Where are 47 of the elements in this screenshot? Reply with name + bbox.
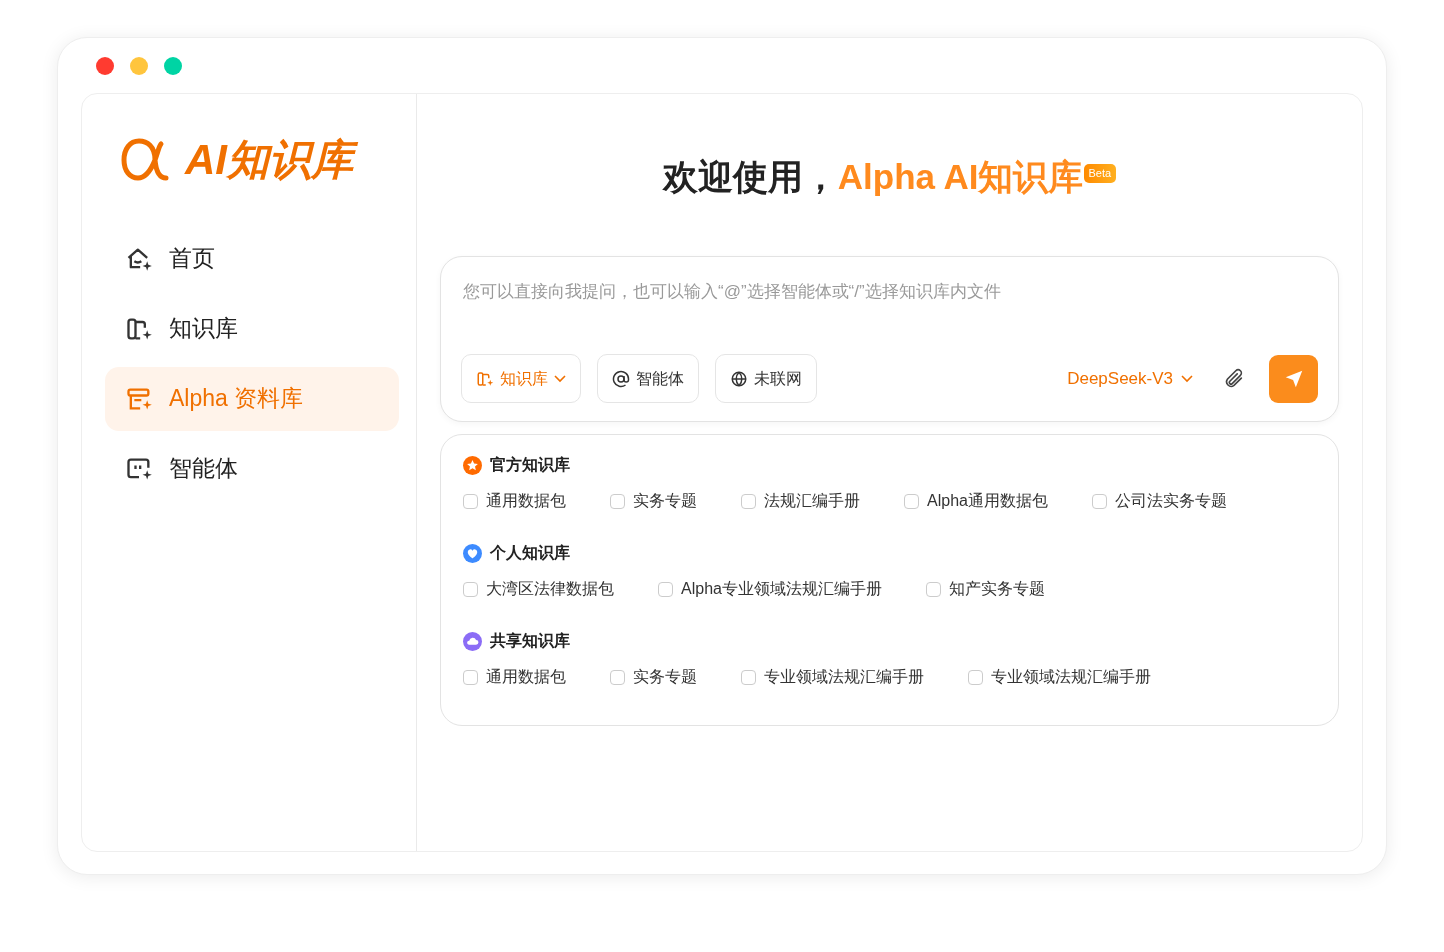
beta-badge: Beta [1083, 164, 1117, 183]
checkbox[interactable] [463, 581, 478, 597]
checkbox-label: 大湾区法律数据包 [486, 579, 614, 599]
checkbox-label: 法规汇编手册 [764, 491, 860, 511]
checkbox-label: 专业领域法规汇编手册 [764, 667, 924, 687]
checkbox-label: 实务专题 [633, 491, 697, 511]
paperclip-icon[interactable] [1223, 367, 1245, 390]
section-title: 个人知识库 [490, 543, 570, 563]
checkbox-label: 公司法实务专题 [1114, 491, 1227, 511]
checkbox[interactable] [658, 581, 673, 597]
window-button[interactable] [130, 56, 148, 75]
checkbox[interactable] [1091, 493, 1107, 509]
logo-icon [121, 138, 169, 183]
tool-button[interactable]: 智能体 [597, 354, 699, 403]
welcome-title: 欢迎使用，Alpha AI知识库 [662, 156, 1084, 198]
logo-text: AI知识库 [183, 134, 361, 187]
checkbox[interactable] [741, 669, 756, 685]
checkbox[interactable] [904, 493, 919, 509]
checkbox[interactable] [463, 669, 478, 685]
section-title: 共享知识库 [490, 631, 570, 651]
checkbox[interactable] [741, 493, 756, 509]
checkbox[interactable] [610, 669, 625, 685]
send-button[interactable] [1269, 354, 1318, 403]
checkbox[interactable] [968, 669, 983, 685]
sidebar-item[interactable]: 首页 [105, 226, 399, 291]
checkbox-label: 通用数据包 [486, 667, 566, 687]
chevron-icon [554, 374, 566, 383]
sidebar-item[interactable]: 智能体 [105, 436, 399, 501]
checkbox-label: 专业领域法规汇编手册 [991, 667, 1151, 687]
checkbox[interactable] [610, 493, 625, 509]
window-button[interactable] [164, 56, 182, 75]
at-sign-icon [612, 369, 630, 388]
checkbox-label: 通用数据包 [486, 491, 566, 511]
globe-icon [730, 369, 748, 388]
section-title: 官方知识库 [490, 455, 570, 475]
tool-button[interactable]: 未联网 [715, 354, 817, 403]
checkbox-label: Alpha专业领域法规汇编手册 [681, 579, 882, 599]
checkbox-label: Alpha通用数据包 [927, 491, 1048, 511]
chevron-icon [1181, 374, 1193, 383]
book-icon [476, 369, 494, 388]
sidebar-item[interactable]: 知识库 [105, 296, 399, 361]
checkbox[interactable] [925, 581, 941, 597]
checkbox-label: 知产实务专题 [948, 579, 1045, 599]
checkbox[interactable] [463, 493, 478, 509]
window-button[interactable] [96, 56, 114, 75]
checkbox-label: 实务专题 [633, 667, 697, 687]
chat-composer[interactable]: 您可以直接向我提问，也可以输入“@”选择智能体或“/”选择知识库内文件 知识库 智能体 未联网 DeepSeek-V3 [440, 256, 1339, 422]
